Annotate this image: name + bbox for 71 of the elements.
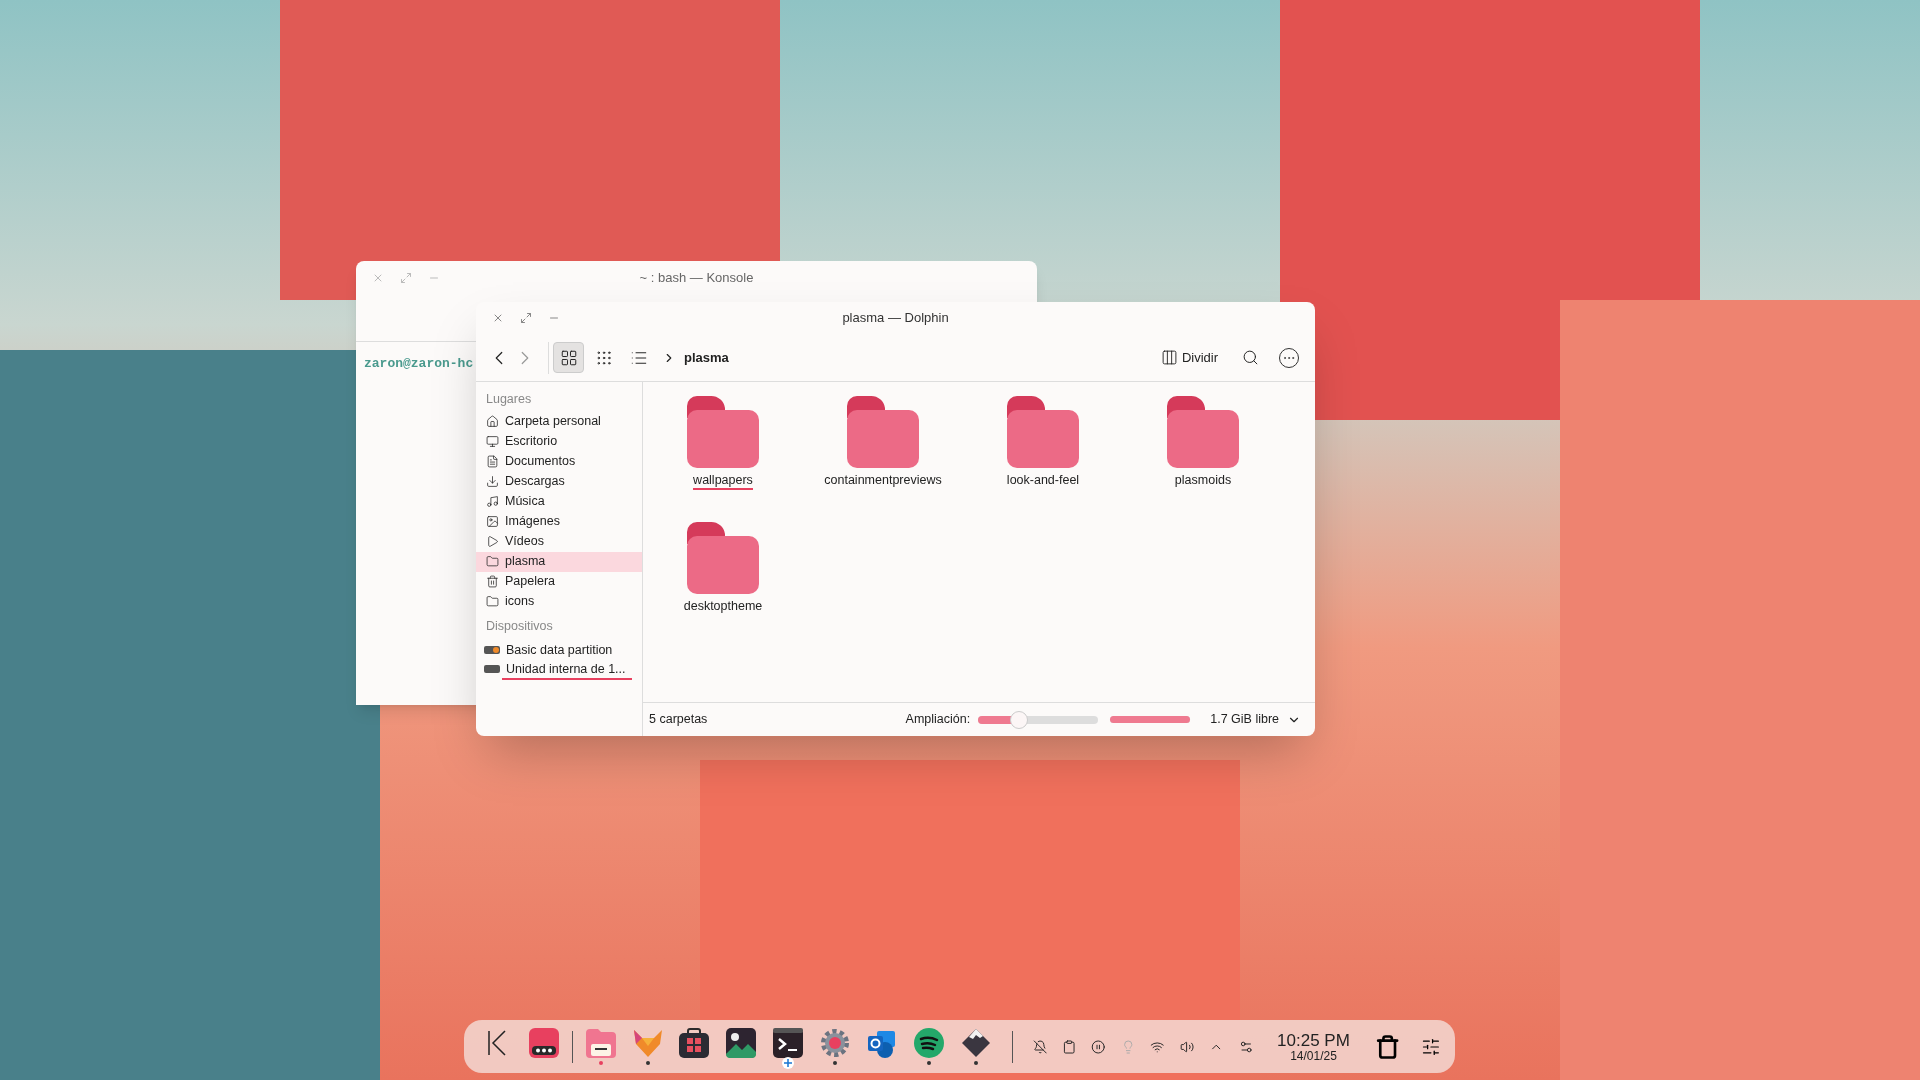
home-icon (486, 415, 499, 429)
music-app-icon[interactable] (913, 1028, 944, 1058)
folder-icon (687, 522, 759, 594)
folder-name[interactable]: plasmoids (1174, 472, 1232, 488)
breadcrumb-item[interactable]: plasma (684, 347, 729, 368)
mountain-diamond-icon[interactable] (960, 1028, 991, 1058)
zoom-slider[interactable] (978, 710, 1099, 729)
terminal-prompt: zaron@zaron-hc (364, 356, 474, 371)
clock[interactable]: 10:25 PM 14/01/25 (1277, 1031, 1350, 1062)
overview-icon[interactable] (528, 1028, 559, 1058)
trash-icon[interactable] (1374, 1032, 1401, 1061)
sidebar-item[interactable]: Papelera (476, 571, 642, 592)
close-icon[interactable] (492, 312, 504, 324)
free-space-button[interactable]: 1.7 GiB libre (1210, 710, 1301, 729)
sidebar-item[interactable]: Imágenes (476, 511, 642, 532)
folder-icon (486, 595, 499, 609)
window-title: ~ : bash — Konsole (638, 269, 755, 288)
folder-icon (1007, 396, 1079, 468)
sidebar-item[interactable]: plasma (476, 551, 642, 572)
section-heading: Lugares (485, 391, 533, 408)
toolbox-icon[interactable] (679, 1028, 710, 1058)
maximize-icon[interactable] (520, 312, 532, 324)
documents-icon (486, 455, 499, 469)
sidebar-item[interactable]: Escritorio (476, 431, 642, 452)
grid-icon (559, 348, 578, 367)
sidebar-item[interactable]: Carpeta personal (476, 411, 642, 432)
folder-name[interactable]: containmentpreviews (824, 472, 942, 488)
drive-icon (484, 646, 500, 654)
split-button[interactable]: Dividir (1156, 347, 1222, 368)
terminal-icon[interactable] (773, 1028, 804, 1058)
sidebar-item[interactable]: Documentos (476, 451, 642, 472)
clipboard-icon[interactable] (1062, 1038, 1077, 1055)
sidebar-item[interactable]: Música (476, 491, 642, 512)
folder-name[interactable]: wallpapers (693, 472, 753, 490)
sidebar-item[interactable]: Descargas (476, 471, 642, 492)
sidebar-item[interactable]: icons (476, 591, 642, 612)
trash-icon (486, 575, 499, 589)
grid-icon (594, 348, 613, 367)
slider-handle[interactable] (1010, 710, 1028, 729)
columns-icon (1160, 349, 1178, 366)
desktop-icon (486, 435, 499, 449)
image-viewer-icon[interactable] (726, 1028, 757, 1058)
pictures-icon (486, 515, 499, 529)
launcher-icon[interactable] (486, 1030, 507, 1056)
clock-time: 10:25 PM (1277, 1031, 1350, 1049)
clock-date: 14/01/25 (1290, 1049, 1337, 1062)
folder-icon (687, 396, 759, 468)
window-title: plasma — Dolphin (841, 309, 950, 328)
drive-icon (484, 665, 500, 673)
folder-name[interactable]: look-and-feel (1006, 472, 1080, 488)
music-icon (486, 495, 499, 509)
folder-icon (847, 396, 919, 468)
settings-icon[interactable] (820, 1028, 851, 1058)
sidebar-item[interactable]: Basic data partition (476, 640, 642, 660)
fox-icon[interactable] (631, 1028, 664, 1058)
section-heading: Dispositivos (485, 617, 554, 635)
folder-icon (1167, 396, 1239, 468)
view-mode-button[interactable] (553, 342, 584, 373)
sidebar-item[interactable]: Vídeos (476, 531, 642, 552)
folder-icon (486, 555, 499, 569)
sidebar-item[interactable]: Unidad interna de 1... (476, 659, 642, 679)
search-icon[interactable] (1242, 349, 1259, 366)
zoom-label: Ampliación: (905, 711, 971, 729)
videos-icon (486, 535, 499, 549)
pause-icon[interactable] (1091, 1038, 1106, 1055)
folder-app-icon[interactable] (585, 1028, 616, 1058)
bell-muted-icon[interactable] (1032, 1038, 1048, 1055)
item-count: 5 carpetas (649, 711, 708, 729)
mail-icon[interactable] (866, 1028, 897, 1058)
folder-name[interactable]: desktoptheme (683, 598, 763, 614)
downloads-icon (486, 475, 499, 489)
